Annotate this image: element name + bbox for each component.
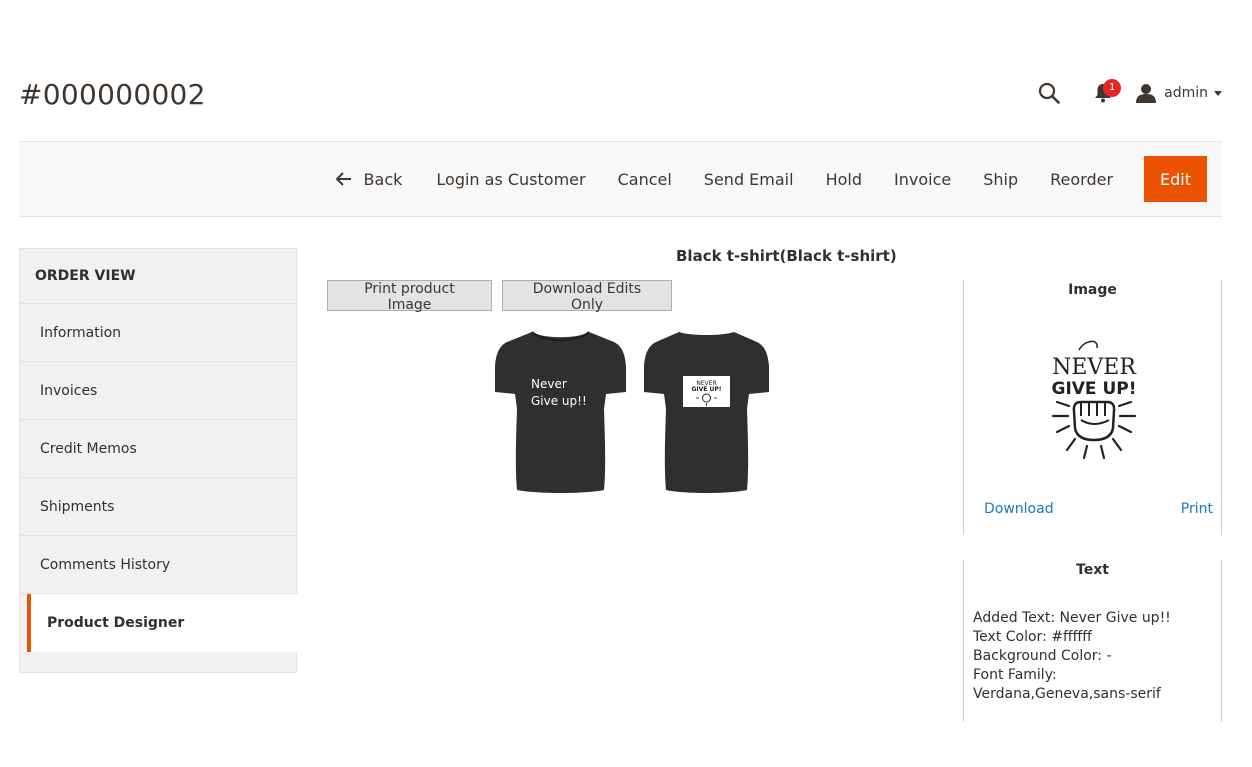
svg-text:GIVE UP!: GIVE UP! [692,386,722,393]
sidebar-item-product-designer[interactable]: Product Designer [27,594,298,652]
back-label: Back [363,169,403,189]
back-button[interactable]: Back [321,156,418,202]
image-panel-title: Image [1068,282,1117,298]
sidebar-item-credit-memos[interactable]: Credit Memos [20,420,296,478]
login-as-customer-button[interactable]: Login as Customer [421,156,600,202]
search-button[interactable] [1036,80,1062,106]
product-title: Black t-shirt(Black t-shirt) [676,247,897,265]
page-actions: Back Login as Customer Cancel Send Email… [319,156,1207,202]
text-details: Added Text: Never Give up!! Text Color: … [973,609,1213,704]
send-email-button[interactable]: Send Email [689,156,809,202]
page-title: #000000002 [19,78,206,111]
back-artwork-box: NEVER GIVE UP! [683,376,730,407]
image-download-link[interactable]: Download [984,501,1054,517]
user-name: admin [1164,85,1208,101]
tshirt-back-preview: NEVER GIVE UP! [643,329,770,495]
search-icon [1039,82,1060,104]
fist-artwork-icon: NEVER GIVE UP! [692,380,722,406]
order-view-sidebar: ORDER VIEW Information Invoices Credit M… [19,248,298,673]
notification-count-badge: 1 [1103,79,1122,97]
download-edits-only-button[interactable]: Download Edits Only [502,280,672,313]
sidebar-item-shipments[interactable]: Shipments [20,478,296,536]
tshirt-front-icon [495,331,626,493]
reorder-button[interactable]: Reorder [1035,156,1128,202]
chevron-down-icon [1214,90,1222,96]
page-actions-bar: Back Login as Customer Cancel Send Email… [19,141,1222,217]
added-text-line: Added Text: Never Give up!! [973,610,1171,626]
arrow-left-icon [335,172,352,186]
text-panel: Text Added Text: Never Give up!! Text Co… [963,560,1222,722]
sidebar-item-comments-history[interactable]: Comments History [20,536,296,594]
artwork-text-line2: GIVE UP! [1052,379,1137,399]
sidebar-title: ORDER VIEW [20,249,296,304]
user-menu[interactable]: admin [1136,83,1222,103]
artwork-text-line1: NEVER [1052,355,1137,380]
image-panel: Image NEVER GIVE UP! Download Print [963,280,1222,535]
user-icon [1136,84,1157,103]
tshirt-back-icon [644,332,769,493]
front-text-line1: Never [531,377,567,391]
hold-button[interactable]: Hold [811,156,877,202]
front-text-line2: Give up!! [531,394,587,408]
notifications-button[interactable]: 1 [1090,79,1122,106]
invoice-button[interactable]: Invoice [879,156,966,202]
header-actions: 1 admin [1036,79,1222,106]
background-color-line: Background Color: - [973,648,1112,664]
cancel-button[interactable]: Cancel [603,156,687,202]
text-panel-title: Text [1076,562,1109,578]
print-product-image-button[interactable]: Print product Image [327,280,492,313]
ship-button[interactable]: Ship [968,156,1033,202]
sidebar-item-invoices[interactable]: Invoices [20,362,296,420]
font-family-line: Font Family: Verdana,Geneva,sans-serif [973,667,1161,702]
never-give-up-artwork: NEVER GIVE UP! [1052,340,1137,460]
edit-button[interactable]: Edit [1144,156,1207,202]
sidebar-item-information[interactable]: Information [20,304,296,362]
text-color-line: Text Color: #ffffff [973,629,1092,645]
image-print-link[interactable]: Print [1181,501,1213,517]
tshirt-front-preview: Never Give up!! [494,329,627,495]
